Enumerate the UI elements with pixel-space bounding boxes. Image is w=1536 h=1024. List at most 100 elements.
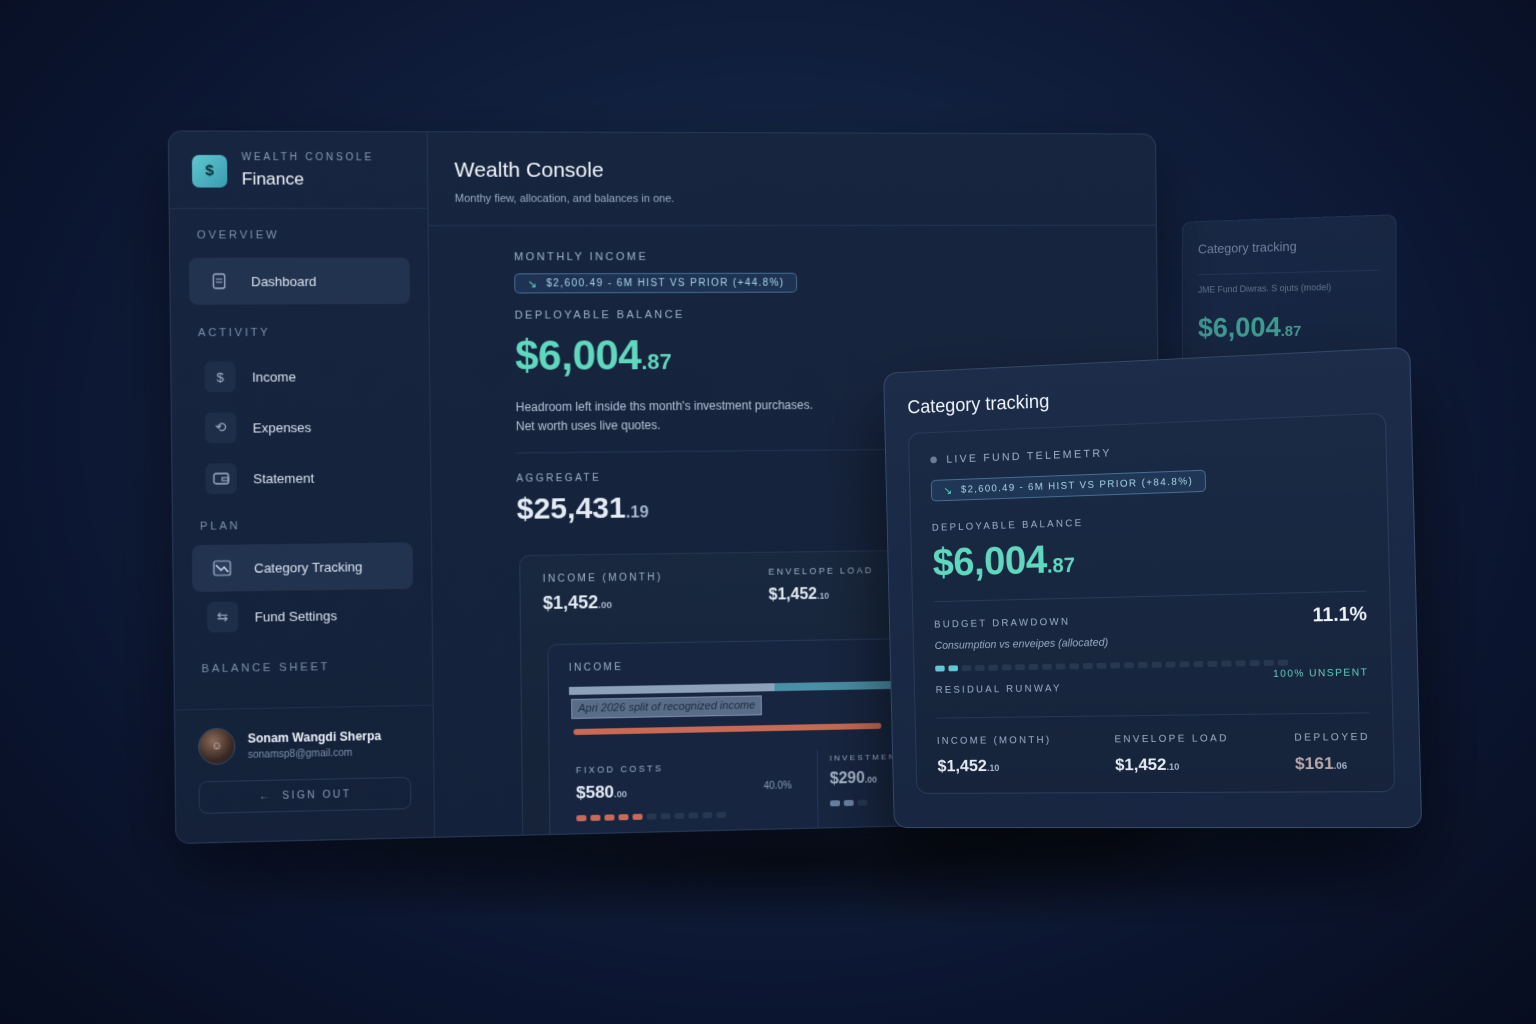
sidebar-item-label: Category Tracking (254, 558, 363, 576)
fixed-costs-whole: $580 (575, 782, 615, 803)
income-month-cents: .00 (598, 599, 613, 612)
tracker-deployed-amount: $161.06 (1295, 753, 1371, 774)
user-name: Sonam Wangdi Sherpa (247, 728, 382, 746)
envelope-load-whole: $1,452 (768, 585, 818, 604)
status-dot-icon (930, 456, 937, 464)
ghost-amount-cents: .87 (1280, 322, 1302, 341)
trend-down-icon: ↘ (943, 484, 954, 497)
tracker-envelope-whole: $1,452 (1114, 754, 1167, 775)
telemetry-text: LIVE FUND TELEMETRY (946, 447, 1112, 466)
sidebar-item-label: Fund Settings (254, 607, 338, 625)
ghost-line: JME Fund Diwras. S ojuts (model) (1197, 269, 1380, 295)
brand-kicker: WEALTH CONSOLE (241, 151, 374, 164)
sidebar-item-income[interactable]: $ Income (190, 352, 411, 400)
trend-pill: ↘ $2,600.49 - 6M HIST VS PRIOR (+44.8%) (514, 272, 798, 294)
income-month-label: INCOME (MONTH) (542, 572, 663, 585)
sidebar-item-label: Expenses (252, 419, 312, 436)
chart-icon (206, 553, 237, 584)
drawdown-caption: Consumption vs enveipes (allocated) (934, 636, 1109, 653)
tracker-title: Category tracking (907, 391, 1050, 419)
tracker-trend-pill: ↘ $2,600.49 - 6M HIST VS PRIOR (+84.8%) (930, 469, 1207, 502)
tracker-deployable-amount: $6,004.87 (932, 528, 1366, 585)
telemetry-label: LIVE FUND TELEMETRY (930, 437, 1363, 466)
fixed-costs-label: FIXOD COSTS (575, 763, 664, 776)
user-panel: ☺ Sonam Wangdi Sherpa sonamsp8@gmail.com… (174, 704, 434, 815)
tracker-envelope-amount: $1,452.10 (1115, 754, 1230, 775)
envelope-load-cents: .10 (816, 590, 830, 601)
tracker-stats-row: INCOME (MONTH) $1,452.10 ENVELOPE LOAD $… (936, 712, 1371, 777)
sidebar-item-expenses[interactable]: ⟲ Expenses (190, 403, 411, 451)
tracker-income-whole: $1,452 (937, 756, 988, 776)
arrow-left-icon: ← (259, 790, 272, 802)
page-subtitle: Monthy fiew, allocation, and balances in… (454, 192, 675, 205)
page-title: Wealth Console (454, 158, 604, 182)
tracker-income-cents: .10 (986, 763, 1000, 773)
deployable-amount: $6,004.87 (515, 330, 933, 380)
tracker-deployable-whole: $6,004 (932, 538, 1048, 585)
avatar[interactable]: ☺ (197, 727, 236, 766)
income-warm-bar (573, 722, 882, 736)
tracker-income-amount: $1,452.10 (937, 756, 1052, 776)
tracker-inner: LIVE FUND TELEMETRY ↘ $2,600.49 - 6M HIS… (908, 412, 1396, 794)
nav-section-overview: OVERVIEW (196, 229, 280, 242)
sidebar-item-label: Income (251, 368, 297, 385)
aggregate-whole: $25,431 (516, 491, 626, 526)
income-card-caption: Apri 2026 split of recognized income (571, 695, 763, 720)
investment-whole: $290 (829, 769, 865, 788)
cycle-icon: ⟲ (204, 412, 237, 444)
unspent-label: 100% UNSPENT (1273, 667, 1369, 681)
drawdown-block: BUDGET DRAWDOWN 11.1% Consumption vs env… (933, 590, 1369, 697)
drawdown-pct: 11.1% (1312, 603, 1368, 627)
tracker-deployed-label: DEPLOYED (1294, 731, 1371, 744)
sidebar: $ WEALTH CONSOLE Finance OVERVIEW Dashbo… (168, 131, 436, 844)
sign-out-label: SIGN OUT (282, 788, 352, 802)
nav-section-balance-sheet: BALANCE SHEET (201, 660, 331, 676)
document-icon (203, 266, 234, 297)
envelope-load-label: ENVELOPE LOAD (768, 565, 874, 577)
tracker-income-label: INCOME (MONTH) (936, 734, 1052, 747)
nav-section-plan: PLAN (199, 520, 241, 533)
envelope-load-stat: ENVELOPE LOAD $1,452.10 (768, 565, 874, 604)
sidebar-item-fund-settings[interactable]: ⇆ Fund Settings (192, 591, 413, 641)
trend-pill-text: $2,600.49 - 6M HIST VS PRIOR (+44.8%) (546, 277, 785, 289)
tracker-deployed-cents: .06 (1333, 760, 1348, 771)
deployable-label: DEPLOYABLE BALANCE (514, 308, 685, 322)
tracker-deployable-cents: .87 (1046, 554, 1076, 578)
sidebar-item-dashboard[interactable]: Dashboard (188, 257, 411, 305)
user-email: sonamsp8@gmail.com (247, 747, 353, 761)
tracker-deployed-stat: DEPLOYED $161.06 (1294, 732, 1371, 774)
tracker-income-stat: INCOME (MONTH) $1,452.10 (937, 735, 1052, 776)
drawdown-label: BUDGET DRAWDOWN (934, 616, 1071, 631)
tracker-envelope-label: ENVELOPE LOAD (1114, 733, 1229, 746)
sign-out-button[interactable]: ← SIGN OUT (198, 776, 412, 814)
category-tracking-panel[interactable]: Category tracking LIVE FUND TELEMETRY ↘ … (883, 346, 1423, 829)
fixed-costs-cents: .00 (614, 789, 628, 800)
tracker-envelope-cents: .10 (1166, 761, 1180, 772)
fixed-costs-pct: 40.0% (763, 780, 792, 793)
deployable-cents: .87 (641, 349, 672, 375)
investment-stat: INVESTMENT $290.00 (816, 748, 904, 830)
tracker-pill-text: $2,600.49 - 6M HIST VS PRIOR (+84.8%) (960, 475, 1194, 496)
income-month-whole: $1,452 (542, 592, 599, 614)
wallet-icon (205, 463, 237, 495)
tracker-envelope-stat: ENVELOPE LOAD $1,452.10 (1114, 733, 1229, 775)
runway-label: RESIDUAL RUNWAY (935, 683, 1062, 697)
investment-label: INVESTMENT (829, 752, 904, 763)
sidebar-item-category-tracking[interactable]: Category Tracking (191, 542, 414, 593)
income-month-stat: INCOME (MONTH) $1,452.00 (543, 572, 663, 614)
sliders-icon: ⇆ (206, 601, 239, 633)
envelope-load-amount: $1,452.10 (769, 585, 874, 604)
hero-block: MONTHLY INCOME ↘ $2,600.49 - 6M HIST VS … (514, 251, 933, 437)
brand: $ WEALTH CONSOLE Finance (168, 131, 428, 209)
fixed-costs-stat: FIXOD COSTS $580.00 (575, 762, 727, 822)
sidebar-item-statement[interactable]: Statement (191, 453, 412, 502)
main-header: Wealth Console Monthy fiew, allocation, … (427, 132, 1156, 227)
fixed-costs-amount: $580.00 (576, 780, 726, 803)
ghost-amount-whole: $6,004 (1197, 311, 1281, 343)
investment-segments (830, 799, 896, 807)
investment-amount: $290.00 (830, 769, 896, 788)
hero-notes: Headroom left inside ths month's investm… (516, 395, 934, 436)
dollar-icon: $ (204, 361, 236, 393)
deployable-whole: $6,004 (514, 331, 642, 380)
income-month-amount: $1,452.00 (543, 591, 663, 614)
